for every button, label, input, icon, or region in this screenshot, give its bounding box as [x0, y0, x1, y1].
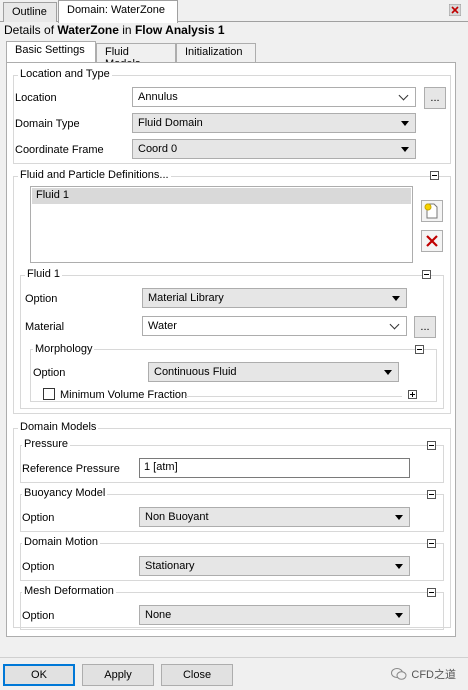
material-combo[interactable]: Water	[142, 316, 407, 336]
location-combo[interactable]: Annulus	[132, 87, 416, 107]
min-volume-checkbox[interactable]	[43, 388, 55, 400]
close-button[interactable]: Close	[161, 664, 233, 686]
watermark: CFD之道	[391, 666, 456, 682]
min-volume-label: Minimum Volume Fraction	[60, 389, 188, 401]
dropdown-arrow-icon	[401, 121, 409, 126]
expand-icon[interactable]	[408, 390, 417, 399]
material-browse-button[interactable]: ...	[414, 316, 436, 338]
fluid1-title: Fluid 1	[25, 268, 63, 280]
details-header: Details of WaterZone in Flow Analysis 1	[4, 23, 225, 37]
collapse-icon[interactable]	[427, 490, 436, 499]
mesh-value: None	[145, 609, 172, 621]
chevron-down-icon	[389, 319, 400, 330]
dropdown-arrow-icon	[384, 370, 392, 375]
new-fluid-button[interactable]	[421, 200, 443, 222]
new-item-icon	[424, 203, 438, 219]
location-label: Location	[15, 92, 57, 104]
tab-outline[interactable]: Outline	[3, 2, 57, 22]
morph-option-label: Option	[33, 367, 66, 379]
mesh-option-label: Option	[22, 610, 55, 622]
details-prefix: Details of	[4, 23, 58, 37]
fluid-option-select[interactable]: Material Library	[142, 288, 407, 308]
delete-icon	[426, 235, 438, 247]
collapse-icon[interactable]	[427, 539, 436, 548]
domain-models-title: Domain Models	[18, 421, 99, 433]
ok-button[interactable]: OK	[3, 664, 75, 686]
list-item[interactable]: Fluid 1	[32, 188, 411, 204]
divider	[186, 396, 402, 397]
dropdown-arrow-icon	[395, 613, 403, 618]
coord-frame-label: Coordinate Frame	[15, 144, 104, 156]
mesh-select[interactable]: None	[139, 605, 410, 625]
collapse-icon[interactable]	[427, 441, 436, 450]
dropdown-arrow-icon	[395, 564, 403, 569]
apply-button[interactable]: Apply	[82, 664, 154, 686]
motion-option-label: Option	[22, 561, 55, 573]
coord-frame-value: Coord 0	[138, 143, 178, 155]
buoyancy-value: Non Buoyant	[145, 511, 209, 523]
fluid-option-value: Material Library	[148, 292, 224, 304]
collapse-icon[interactable]	[415, 345, 424, 354]
collapse-icon[interactable]	[427, 588, 436, 597]
collapse-icon[interactable]	[422, 270, 431, 279]
details-context: Flow Analysis 1	[134, 23, 225, 37]
fluid-option-label: Option	[25, 293, 58, 305]
domain-type-value: Fluid Domain	[138, 117, 203, 129]
domain-type-label: Domain Type	[15, 118, 80, 130]
coord-frame-select[interactable]: Coord 0	[132, 139, 416, 159]
fluid-list[interactable]: Fluid 1	[30, 186, 413, 263]
delete-fluid-button[interactable]	[421, 230, 443, 252]
tab-basic-settings[interactable]: Basic Settings	[6, 41, 96, 63]
close-icon[interactable]	[447, 3, 463, 17]
motion-value: Stationary	[145, 560, 195, 572]
buoyancy-title: Buoyancy Model	[22, 487, 108, 499]
divider	[0, 657, 468, 658]
dropdown-arrow-icon	[395, 515, 403, 520]
morph-option-select[interactable]: Continuous Fluid	[148, 362, 399, 382]
details-object: WaterZone	[57, 23, 119, 37]
location-browse-button[interactable]: ...	[424, 87, 446, 109]
dropdown-arrow-icon	[401, 147, 409, 152]
tab-domain-waterzone[interactable]: Domain: WaterZone	[58, 0, 178, 23]
motion-title: Domain Motion	[22, 536, 100, 548]
morph-option-value: Continuous Fluid	[154, 366, 237, 378]
morphology-title: Morphology	[33, 343, 95, 355]
tab-fluid-models[interactable]: Fluid Models	[96, 43, 176, 70]
mesh-title: Mesh Deformation	[22, 585, 116, 597]
reference-pressure-label: Reference Pressure	[22, 463, 120, 475]
domain-type-select[interactable]: Fluid Domain	[132, 113, 416, 133]
details-middle: in	[118, 23, 135, 37]
pressure-title: Pressure	[22, 438, 71, 450]
material-label: Material	[25, 321, 65, 333]
dropdown-arrow-icon	[392, 296, 400, 301]
material-value: Water	[148, 320, 177, 332]
reference-pressure-input[interactable]: 1 [atm]	[139, 458, 410, 478]
location-value: Annulus	[138, 91, 178, 103]
top-tab-bar: Outline Domain: WaterZone	[0, 0, 468, 23]
tab-initialization[interactable]: Initialization	[176, 43, 256, 62]
wechat-icon	[391, 668, 407, 680]
motion-select[interactable]: Stationary	[139, 556, 410, 576]
collapse-icon[interactable]	[430, 171, 439, 180]
chevron-down-icon	[398, 90, 409, 101]
fluid-defs-title: Fluid and Particle Definitions...	[18, 169, 171, 181]
location-type-title: Location and Type	[18, 68, 112, 80]
buoyancy-select[interactable]: Non Buoyant	[139, 507, 410, 527]
buoyancy-option-label: Option	[22, 512, 55, 524]
watermark-text: CFD之道	[411, 669, 456, 681]
